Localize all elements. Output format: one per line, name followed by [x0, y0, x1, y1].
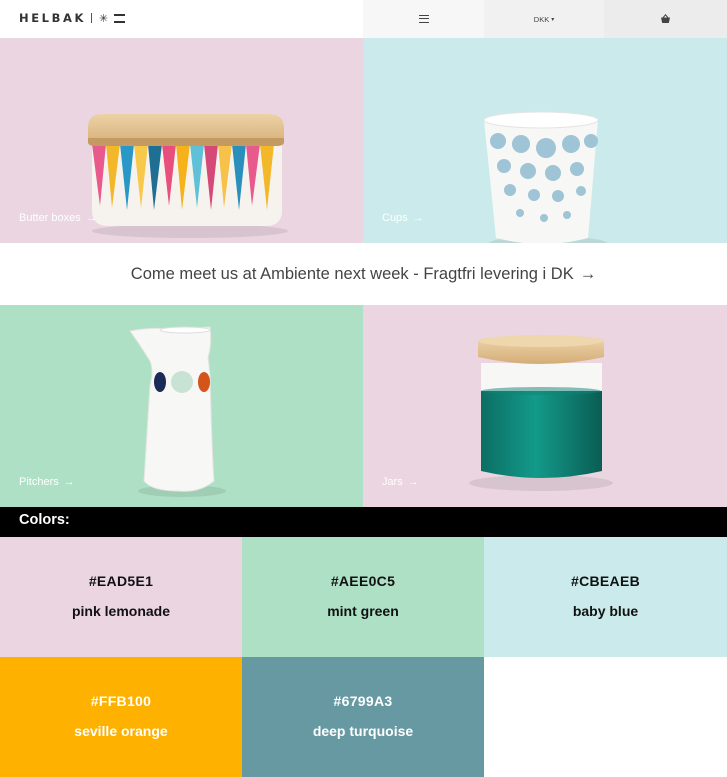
swatch-hex: #AEE0C5: [330, 573, 396, 589]
hamburger-menu-icon: [418, 15, 429, 23]
color-swatch-baby-blue: #CBEAEB baby blue: [484, 537, 727, 657]
logo-text: HELBAK: [19, 11, 86, 25]
arrow-right-icon: →: [412, 212, 424, 224]
category-tile-cups[interactable]: Cups →: [363, 38, 727, 243]
swatch-name: deep turquoise: [312, 723, 414, 739]
caret-down-icon: ▾: [551, 16, 555, 23]
category-tile-butter-boxes[interactable]: Butter boxes →: [0, 38, 363, 243]
announcement-banner[interactable]: Come meet us at Ambiente next week - Fra…: [0, 243, 727, 305]
banner-text: Come meet us at Ambiente next week - Fra…: [130, 264, 574, 283]
arrow-right-icon: →: [579, 264, 597, 283]
category-tile-jars[interactable]: Jars →: [363, 305, 727, 507]
swatch-hex: #CBEAEB: [570, 573, 640, 589]
category-tile-pitchers[interactable]: Pitchers →: [0, 305, 363, 507]
arrow-right-icon: →: [85, 212, 97, 224]
swatch-name: pink lemonade: [71, 603, 171, 619]
swatch-hex: #FFB100: [90, 693, 152, 709]
swatch-name: seville orange: [74, 723, 168, 739]
tile-label: Butter boxes →: [19, 212, 97, 224]
color-swatch-seville-orange: #FFB100 seville orange: [0, 657, 242, 777]
arrow-right-icon: →: [63, 476, 75, 488]
logo-divider: [91, 13, 92, 23]
tile-label: Cups →: [382, 212, 424, 224]
color-swatch-mint-green: #AEE0C5 mint green: [242, 537, 484, 657]
colors-heading: Colors:: [0, 507, 727, 537]
tile-label: Jars →: [382, 476, 419, 488]
logo-star-icon: ✳: [99, 11, 109, 25]
color-swatch-deep-turquoise: #6799A3 deep turquoise: [242, 657, 484, 777]
logo-flag-icon: [114, 13, 126, 23]
swatch-name: mint green: [327, 603, 399, 619]
brand-logo[interactable]: HELBAK ✳: [19, 11, 126, 25]
swatch-hex: #6799A3: [333, 693, 393, 709]
site-header: HELBAK ✳ DKK ▾: [0, 0, 727, 38]
menu-button[interactable]: [363, 0, 484, 38]
basket-button[interactable]: [604, 0, 727, 38]
tile-label: Pitchers →: [19, 476, 75, 488]
currency-selector[interactable]: DKK ▾: [484, 0, 604, 38]
color-swatch-pink-lemonade: #EAD5E1 pink lemonade: [0, 537, 242, 657]
swatch-hex: #EAD5E1: [88, 573, 154, 589]
currency-label: DKK: [533, 14, 550, 24]
swatch-name: baby blue: [572, 603, 639, 619]
basket-icon: [661, 14, 670, 23]
arrow-right-icon: →: [407, 476, 419, 488]
